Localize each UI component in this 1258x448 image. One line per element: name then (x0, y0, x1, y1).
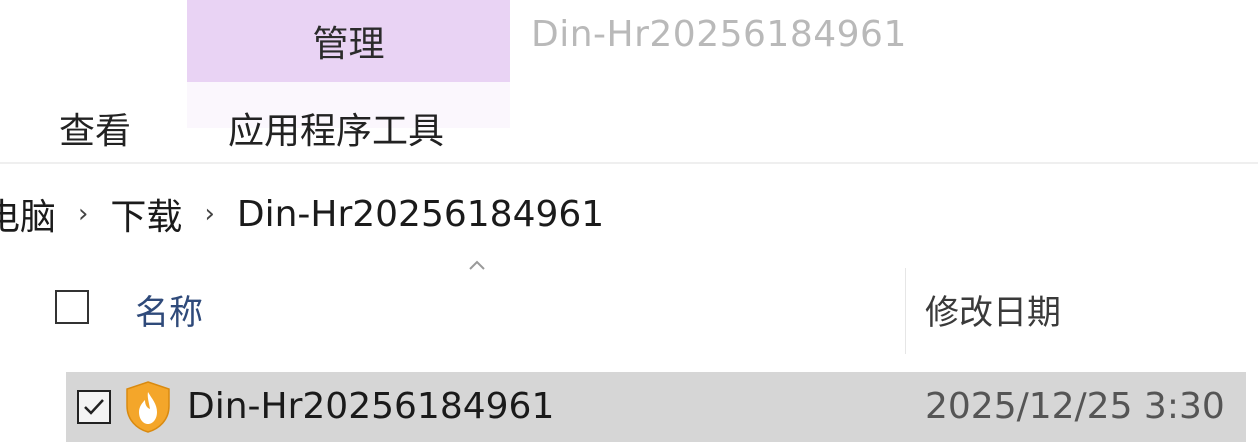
checkmark-icon (84, 399, 104, 415)
tab-app-tools[interactable]: 应用程序工具 (228, 102, 444, 154)
ribbon-divider (0, 162, 1258, 164)
breadcrumb: 电脑 › 下载 › Din-Hr20256184961 (0, 184, 604, 244)
breadcrumb-item-downloads[interactable]: 下载 (110, 188, 182, 240)
chevron-right-icon[interactable]: › (204, 199, 214, 229)
select-all-checkbox[interactable] (55, 290, 89, 324)
window-title: Din-Hr20256184961 (531, 14, 907, 55)
tab-view[interactable]: 查看 (59, 102, 131, 154)
column-divider[interactable] (905, 268, 906, 354)
column-header-name[interactable]: 名称 (135, 285, 203, 334)
tab-manage-label: 管理 (312, 24, 385, 65)
shield-app-icon (126, 381, 170, 433)
breadcrumb-item-pc[interactable]: 电脑 (0, 188, 56, 240)
tab-manage[interactable]: 管理 (187, 0, 510, 82)
chevron-right-icon[interactable]: › (78, 199, 88, 229)
file-name[interactable]: Din-Hr20256184961 (187, 386, 554, 427)
file-date-modified: 2025/12/25 3:30 (925, 386, 1225, 427)
row-checkbox[interactable] (77, 390, 111, 424)
ribbon: 管理 Din-Hr20256184961 查看 应用程序工具 (0, 0, 1258, 162)
column-header-date-modified[interactable]: 修改日期 (925, 285, 1061, 334)
breadcrumb-item-folder[interactable]: Din-Hr20256184961 (237, 194, 604, 235)
